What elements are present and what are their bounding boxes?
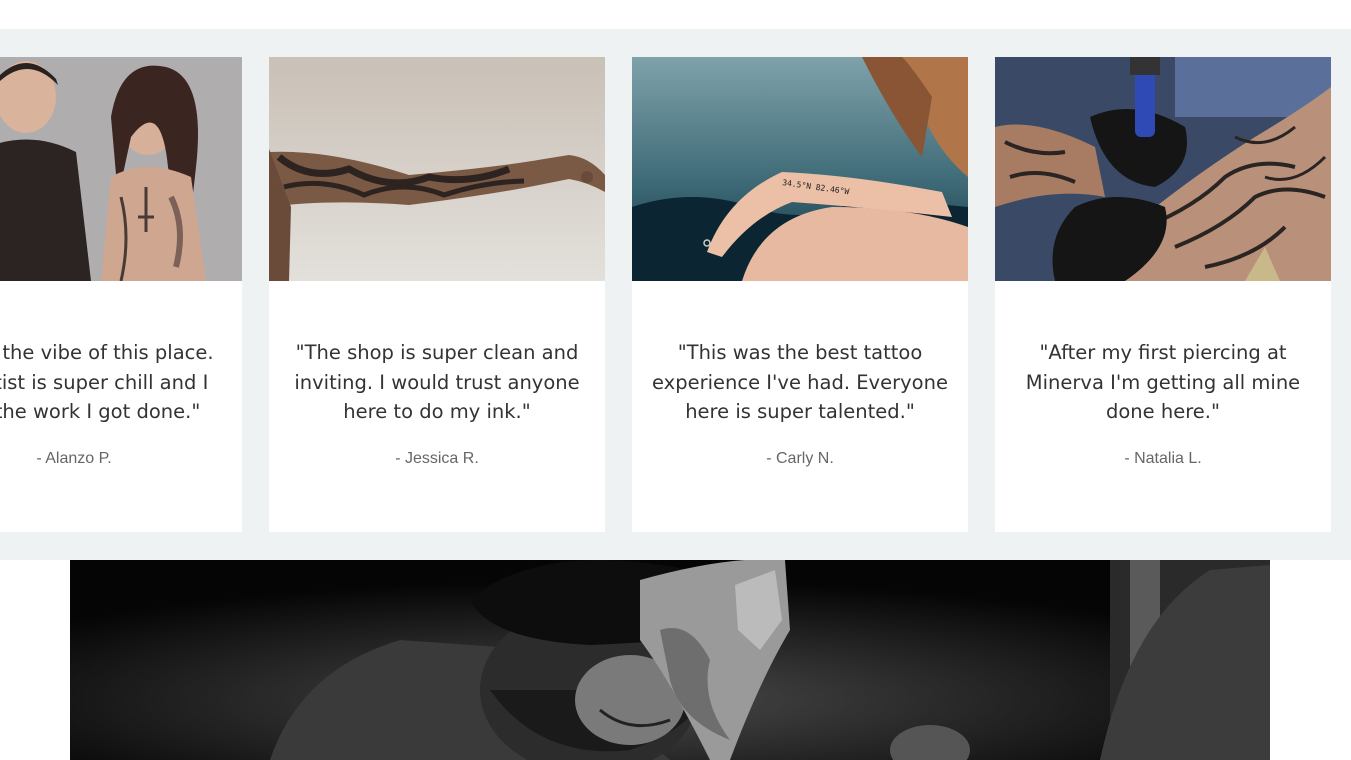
testimonial-photo-couple (0, 57, 242, 281)
testimonial-author: - Natalia L. (1124, 450, 1202, 467)
testimonial-quote: "After my first piercing at Minerva I'm … (1025, 341, 1301, 423)
testimonial-author: - Carly N. (766, 450, 834, 467)
testimonial-author: - Alanzo P. (36, 450, 112, 467)
testimonial-card-jessica: "The shop is super clean and inviting. I… (269, 57, 605, 532)
testimonial-quote: "The shop is super clean and inviting. I… (294, 341, 580, 423)
tattooing-photo-image (995, 57, 1331, 281)
testimonial-quote: "This was the best tattoo experience I'v… (652, 341, 948, 423)
testimonials-section: "I love the vibe of this place. My artis… (0, 29, 1351, 560)
wrist-tattoo-photo-image: 34.5°N 82.46°W (632, 57, 968, 281)
page: "I love the vibe of this place. My artis… (0, 0, 1351, 760)
testimonial-photo-wrist: 34.5°N 82.46°W (632, 57, 968, 281)
tattoo-artist-photo-image (70, 560, 1270, 760)
testimonial-card-alanzo: "I love the vibe of this place. My artis… (0, 57, 242, 532)
couple-photo-image (0, 57, 242, 281)
tattooed-arm-photo-image (269, 57, 605, 281)
testimonial-photo-arm (269, 57, 605, 281)
artist-hero-photo (70, 560, 1270, 760)
testimonial-card-natalia: "After my first piercing at Minerva I'm … (995, 57, 1331, 532)
testimonial-photo-tattooing (995, 57, 1331, 281)
testimonial-author: - Jessica R. (395, 450, 479, 467)
testimonial-card-carly: 34.5°N 82.46°W "This was the best tattoo… (632, 57, 968, 532)
testimonial-quote: "I love the vibe of this place. My artis… (0, 341, 214, 423)
